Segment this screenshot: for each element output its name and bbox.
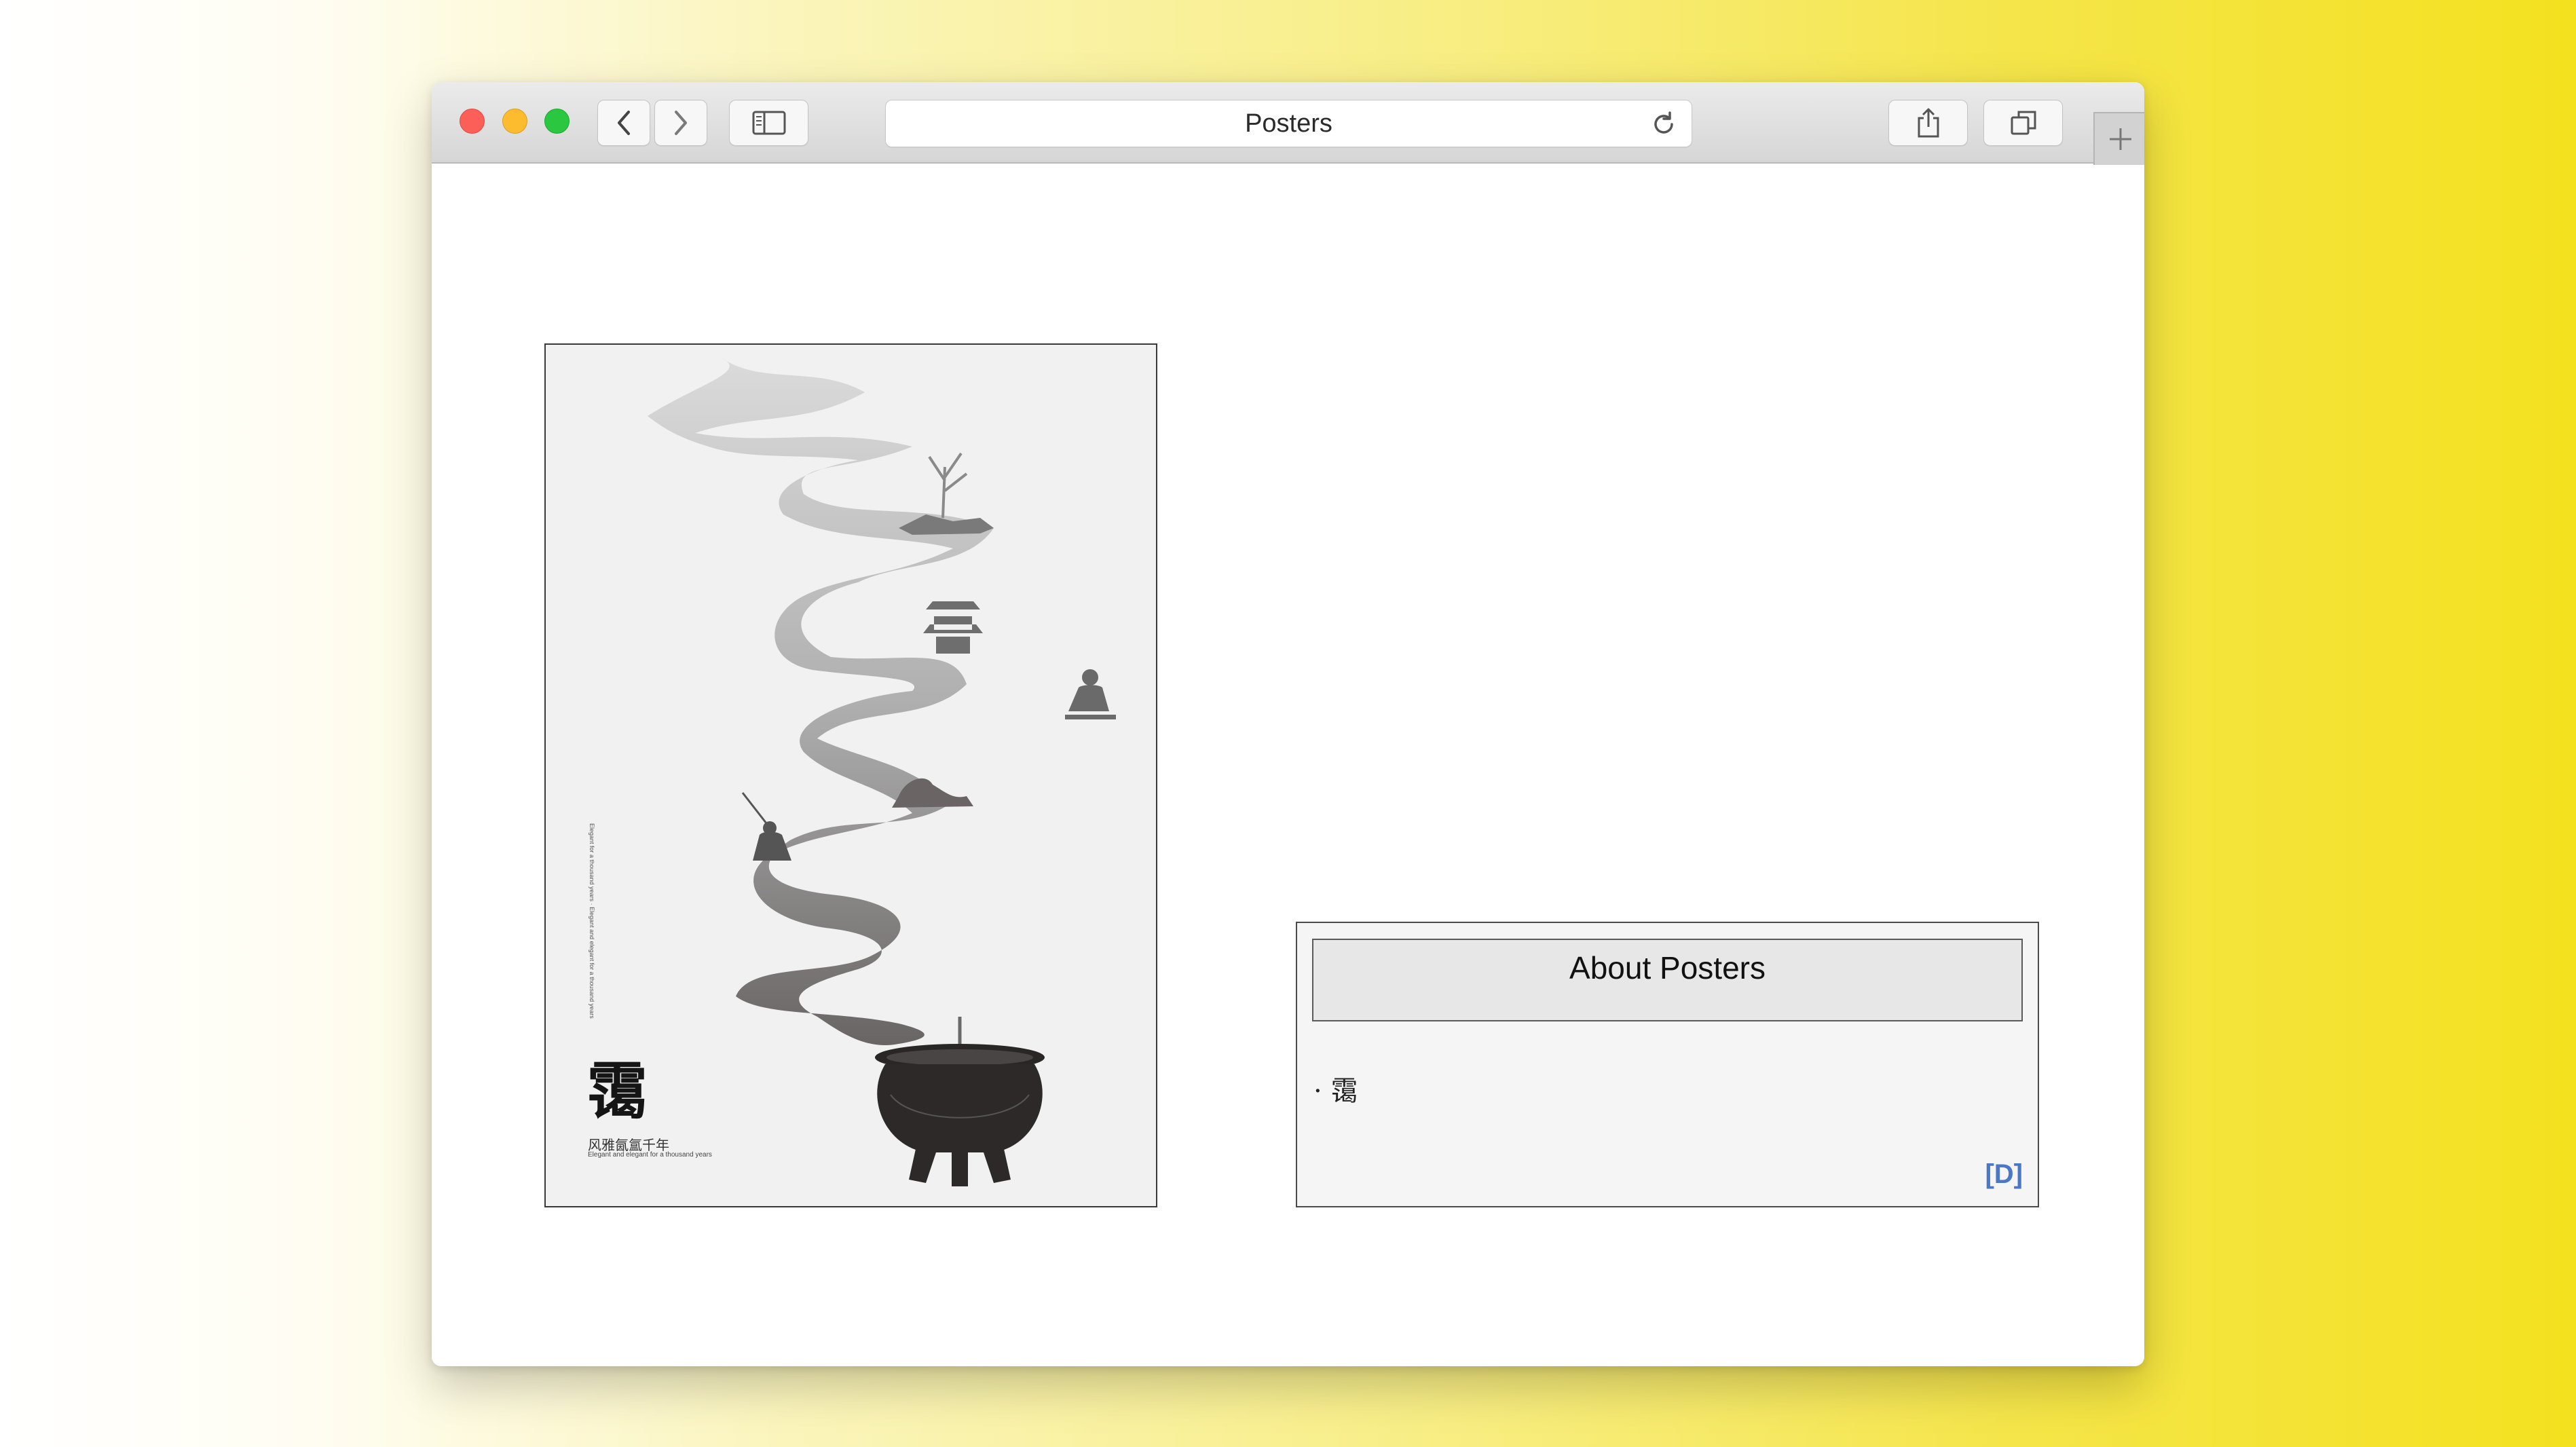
about-posters-panel: About Posters · 霭 [D]	[1296, 922, 2039, 1207]
reload-icon[interactable]	[1649, 110, 1678, 138]
address-bar[interactable]: Posters	[885, 100, 1692, 147]
share-icon	[1918, 108, 1939, 138]
back-button[interactable]	[597, 100, 650, 146]
forward-button[interactable]	[654, 100, 707, 146]
share-button[interactable]	[1888, 100, 1968, 146]
minimize-window-button[interactable]	[502, 109, 527, 134]
download-link[interactable]: [D]	[1985, 1159, 2023, 1190]
chevron-right-icon	[675, 111, 687, 135]
plus-icon	[2110, 128, 2131, 150]
tabs-overview-button[interactable]	[1983, 100, 2063, 146]
new-tab-button[interactable]	[2093, 112, 2144, 165]
tabs-overview-icon	[2011, 111, 2036, 135]
poster-subtitle-en: Elegant and elegant for a thousand years	[588, 1151, 712, 1159]
chevron-left-icon	[618, 111, 630, 135]
sidebar-icon	[752, 111, 785, 135]
browser-toolbar: Posters	[432, 82, 2144, 165]
poster-vertical-caption: Elegant for a thousand years · Elegant a…	[589, 823, 595, 1019]
about-title: About Posters	[1569, 950, 1766, 985]
poster-character: 霭	[586, 1055, 648, 1127]
page-title: Posters	[1245, 109, 1332, 138]
sidebar-toggle-button[interactable]	[729, 100, 808, 146]
zoom-window-button[interactable]	[544, 109, 570, 134]
about-header: About Posters	[1312, 939, 2023, 1021]
about-list-item[interactable]: · 霭	[1313, 1069, 1358, 1108]
close-window-button[interactable]	[460, 109, 485, 134]
poster-image[interactable]: Elegant for a thousand years · Elegant a…	[544, 343, 1157, 1207]
page-content: Elegant for a thousand years · Elegant a…	[432, 165, 2144, 1366]
browser-window: Posters Elegant for a thousand years · E…	[432, 82, 2144, 1366]
